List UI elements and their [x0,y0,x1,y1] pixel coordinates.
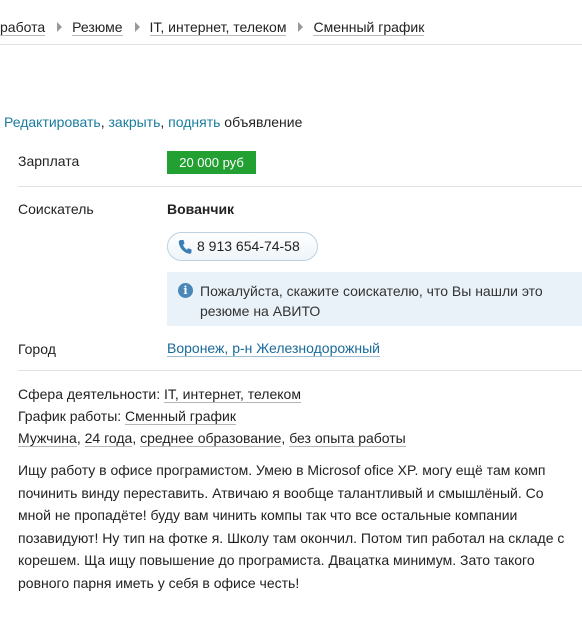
education-link[interactable]: среднее образование [140,430,282,447]
breadcrumb-item-work[interactable]: работа [0,19,46,36]
phone-number: 8 913 654-74-58 [197,238,300,254]
schedule-line: График работы: Сменный график [18,408,236,425]
comma: , [132,430,141,446]
city-link[interactable]: Воронеж, р-н Железнодорожный [167,340,380,357]
experience-link[interactable]: без опыта работы [289,430,406,447]
applicant-label: Соискатель [18,201,94,217]
salary-badge: 20 000 руб [167,151,256,174]
raise-link[interactable]: поднять [168,114,220,130]
ad-actions: Редактировать, закрыть, поднять объявлен… [4,114,302,130]
actions-separator: , [100,114,109,130]
breadcrumb-separator-icon [57,22,63,32]
salary-label: Зарплата [18,153,80,169]
info-icon: i [178,283,193,298]
breadcrumb-divider [0,44,582,45]
comma: , [76,430,85,446]
notice-box: i Пожалуйста, скажите соискателю, что Вы… [167,272,582,326]
age-link[interactable]: 24 года [84,430,133,447]
schedule-link[interactable]: Сменный график [125,408,236,425]
edit-link[interactable]: Редактировать [4,114,101,130]
breadcrumb-item-category[interactable]: IT, интернет, телеком [149,19,287,36]
applicant-name: Вованчик [167,201,234,217]
sphere-label: Сфера деятельности: [18,386,164,402]
sphere-link[interactable]: IT, интернет, телеком [163,386,301,403]
notice-text: Пожалуйста, скажите соискателю, что Вы н… [200,283,543,319]
actions-suffix: объявление [220,114,303,130]
resume-description: Ищу работу в офисе програмистом. Умею в … [18,462,565,591]
applicant-details-line: Мужчина, 24 года, среднее образование, б… [18,430,406,447]
breadcrumb-separator-icon [134,22,140,32]
actions-separator: , [160,114,169,130]
sphere-line: Сфера деятельности: IT, интернет, телеко… [18,386,301,403]
breadcrumb-item-schedule[interactable]: Сменный график [313,19,425,36]
phone-icon [178,239,192,258]
breadcrumb-item-resume[interactable]: Резюме [72,19,123,36]
breadcrumb-separator-icon [298,22,304,32]
city-label: Город [18,341,56,357]
applicant-name-text: Вованчик [167,201,235,217]
close-link[interactable]: закрыть [109,114,161,130]
breadcrumb: работа Резюме IT, интернет, телеком Сменный… [0,19,425,39]
divider [18,370,582,371]
gender-link[interactable]: Мужчина [18,430,77,447]
divider [18,186,582,187]
phone-button[interactable]: 8 913 654-74-58 [167,232,318,261]
schedule-label: График работы: [18,408,126,424]
